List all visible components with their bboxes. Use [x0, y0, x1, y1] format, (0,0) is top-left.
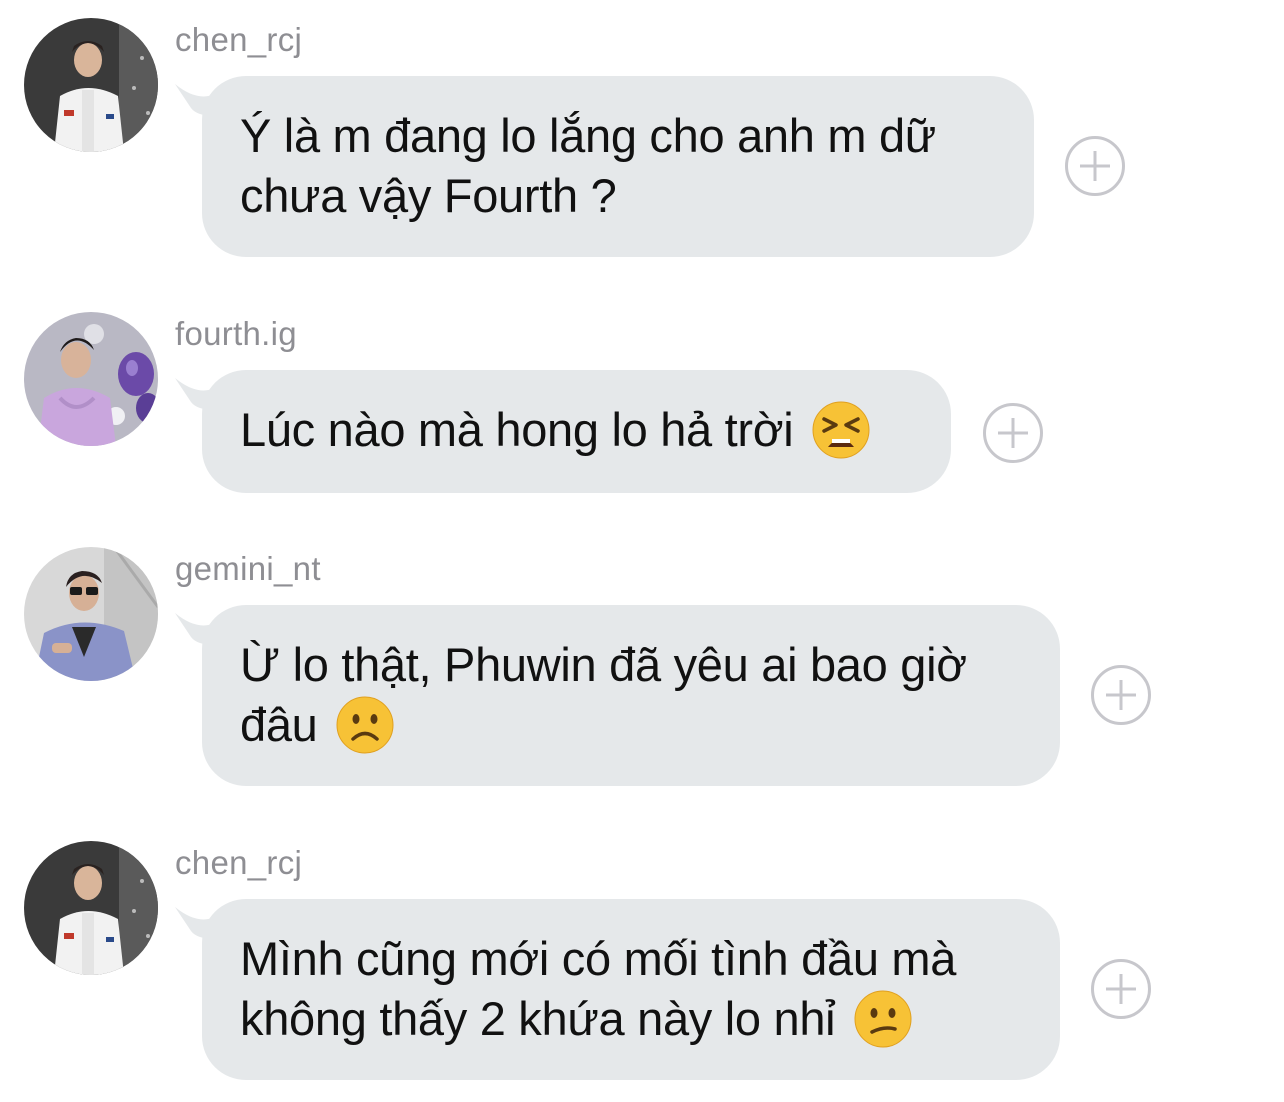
plus-circle-icon[interactable]: [1091, 959, 1151, 1019]
message-line: Ý là m đang lo lắng cho anh m dữ: [240, 109, 936, 162]
message-line: Ừ lo thật, Phuwin đã yêu ai bao giờ: [240, 638, 967, 691]
confused-face-emoji: [854, 990, 912, 1048]
message-line: chưa vậy Fourth ?: [240, 169, 617, 222]
avatar[interactable]: [24, 18, 158, 152]
plus-circle-icon[interactable]: [983, 403, 1043, 463]
person-white-shirt-avatar: [24, 841, 158, 975]
avatar[interactable]: [24, 312, 158, 446]
message-bubble[interactable]: Mình cũng mới có mối tình đầu mà không t…: [202, 899, 1060, 1080]
username[interactable]: fourth.ig: [175, 314, 297, 354]
message-row: gemini_nt Ừ lo thật, Phuwin đã yêu ai ba…: [0, 529, 1284, 799]
message-bubble[interactable]: Ý là m đang lo lắng cho anh m dữ chưa vậ…: [202, 76, 1034, 257]
message-bubble[interactable]: Lúc nào mà hong lo hả trời: [202, 370, 951, 493]
plus-circle-icon[interactable]: [1091, 665, 1151, 725]
tired-face-emoji: [812, 401, 870, 459]
message-row: fourth.ig Lúc nào mà hong lo hả trời: [0, 294, 1284, 514]
person-white-shirt-avatar: [24, 18, 158, 152]
frowning-face-emoji: [336, 696, 394, 754]
message-line: không thấy 2 khứa này lo nhỉ: [240, 992, 836, 1045]
plus-circle-icon[interactable]: [1065, 136, 1125, 196]
message-row: chen_rcj Mình cũng mới có mối tình đầu m…: [0, 823, 1284, 1093]
username[interactable]: chen_rcj: [175, 843, 302, 883]
message-line: đâu: [240, 698, 318, 751]
message-line: Lúc nào mà hong lo hả trời: [240, 403, 794, 456]
username[interactable]: gemini_nt: [175, 549, 321, 589]
person-purple-hoodie-balloons-avatar: [24, 312, 158, 446]
username[interactable]: chen_rcj: [175, 20, 302, 60]
message-line: Mình cũng mới có mối tình đầu mà: [240, 932, 957, 985]
avatar[interactable]: [24, 841, 158, 975]
avatar[interactable]: [24, 547, 158, 681]
message-bubble[interactable]: Ừ lo thật, Phuwin đã yêu ai bao giờ đâu: [202, 605, 1060, 786]
message-row: chen_rcj Ý là m đang lo lắng cho anh m d…: [0, 0, 1284, 270]
person-sunglasses-blue-suit-avatar: [24, 547, 158, 681]
